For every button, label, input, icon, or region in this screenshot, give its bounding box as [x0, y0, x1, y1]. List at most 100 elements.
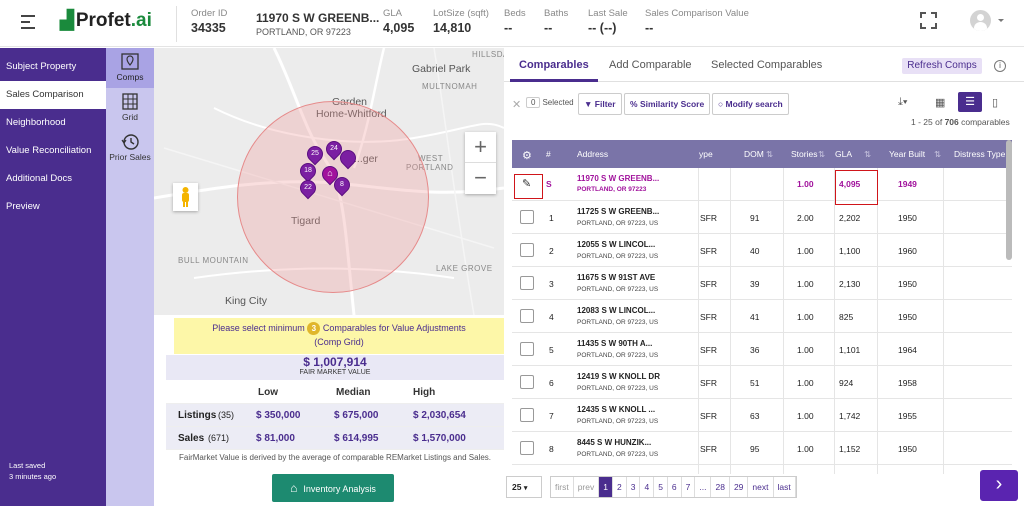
- subject-address: 11970 S W GREENB... PORTLAND, OR 97223: [256, 11, 380, 37]
- stats-row-sales: Sales (671) $ 81,000 $ 614,995 $ 1,570,0…: [166, 427, 504, 450]
- info-icon[interactable]: i: [994, 60, 1006, 72]
- page-prev-link[interactable]: prev: [574, 477, 600, 497]
- map-label: MULTNOMAH: [422, 82, 478, 91]
- page-link[interactable]: 5: [654, 477, 668, 497]
- market-stats-table: Low Median High Listings (35) $ 350,000 …: [166, 381, 504, 450]
- page-link[interactable]: 2: [613, 477, 627, 497]
- tab-add-comparable[interactable]: Add Comparable: [609, 59, 692, 71]
- inventory-analysis-button[interactable]: ⌂ Inventory Analysis: [272, 474, 394, 502]
- zoom-in-button[interactable]: +: [465, 132, 496, 163]
- next-step-button[interactable]: ›: [980, 470, 1018, 501]
- clear-selection-icon[interactable]: ✕: [512, 98, 521, 120]
- selected-count: 0 Selected: [526, 97, 574, 119]
- modify-search-button[interactable]: ○ Modify search: [712, 93, 789, 115]
- last-saved: Last saved 3 minutes ago: [9, 461, 57, 481]
- filter-button[interactable]: ▼ Filter: [578, 93, 622, 115]
- page-link[interactable]: 6: [668, 477, 682, 497]
- sidebar-item-additional-docs[interactable]: Additional Docs: [0, 165, 106, 193]
- map-label: Gabriel Park: [412, 63, 471, 75]
- beds-field: Beds --: [504, 8, 526, 35]
- history-icon: [121, 134, 139, 150]
- page-link[interactable]: 3: [627, 477, 641, 497]
- fair-market-value: $ 1,007,914 FAIR MARKET VALUE: [166, 355, 504, 380]
- row-checkbox[interactable]: [520, 408, 534, 422]
- table-row: 4 12083 S W LINCOL... PORTLAND, OR 97223, …: [512, 300, 1012, 333]
- chart-icon: ▟: [60, 10, 74, 30]
- map-view-icon[interactable]: ▯: [992, 96, 998, 118]
- table-row: 3 11675 S W 91ST AVE PORTLAND, OR 97223, U…: [512, 267, 1012, 300]
- sidebar-item-sales-comparison[interactable]: Sales Comparison: [0, 81, 106, 109]
- table-header: ⚙ # Address ype DOM ⇅ Stories ⇅ GLA ⇅ Ye…: [512, 140, 1012, 168]
- highlight-box: [835, 170, 878, 205]
- house-icon: ⌂: [290, 481, 298, 495]
- stats-row-listings: Listings (35) $ 350,000 $ 675,000 $ 2,03…: [166, 404, 504, 427]
- grid-icon: [122, 93, 138, 110]
- baths-field: Baths --: [544, 8, 569, 35]
- map-label: BULL MOUNTAIN: [178, 256, 249, 265]
- fmv-note: FairMarket Value is derived by the avera…: [178, 453, 491, 462]
- chevron-down-icon[interactable]: [998, 19, 1004, 25]
- grid-view-button[interactable]: Grid: [106, 88, 154, 128]
- download-icon[interactable]: ⤓▾: [898, 96, 907, 118]
- similarity-score-button[interactable]: % Similarity Score: [624, 93, 711, 115]
- page-link[interactable]: 1: [599, 477, 613, 497]
- results-count: 1 - 25 of 706 comparables: [911, 117, 1010, 127]
- percent-icon: %: [630, 99, 638, 109]
- page-link[interactable]: 29: [730, 477, 749, 497]
- highlight-box: [514, 174, 543, 199]
- row-checkbox[interactable]: [520, 309, 534, 323]
- settings-gear-icon[interactable]: ⚙: [522, 149, 532, 162]
- filter-icon: ▼: [584, 99, 593, 109]
- fullscreen-icon[interactable]: [920, 12, 937, 29]
- comps-view-button[interactable]: Comps: [106, 48, 154, 88]
- user-avatar[interactable]: [970, 10, 991, 31]
- table-scrollbar[interactable]: [1006, 140, 1012, 260]
- search-radius-circle: [237, 101, 429, 293]
- menu-icon[interactable]: [21, 15, 35, 33]
- page-link[interactable]: 4: [640, 477, 655, 497]
- search-icon: ○: [718, 99, 724, 109]
- sidebar-item-preview[interactable]: Preview: [0, 193, 106, 221]
- prior-sales-button[interactable]: Prior Sales: [106, 128, 154, 168]
- lotsize-field: LotSize (sqft) 14,810: [433, 8, 489, 35]
- sidebar-item-subject-property[interactable]: Subject Property: [0, 53, 106, 81]
- pagination: 25 ▾ first prev 1 2 3 4 5 6 7... 28 29 next last ›: [504, 470, 1024, 506]
- order-id-field: Order ID 34335: [191, 8, 228, 35]
- list-view-icon[interactable]: ☰: [958, 92, 982, 112]
- sidebar-item-neighborhood[interactable]: Neighborhood: [0, 109, 106, 137]
- tab-bar: Comparables Add Comparable Selected Comp…: [504, 48, 1024, 82]
- zoom-controls: + −: [465, 132, 496, 194]
- page-link[interactable]: ...: [695, 477, 712, 497]
- row-checkbox[interactable]: [520, 375, 534, 389]
- tile-view-icon[interactable]: ▦: [935, 96, 945, 118]
- top-header: ▟ Profet.ai Order ID 34335 11970 S W GREE…: [0, 0, 1024, 47]
- row-checkbox[interactable]: [520, 243, 534, 257]
- table-row: 2 12055 S W LINCOL... PORTLAND, OR 97223, …: [512, 234, 1012, 267]
- row-checkbox[interactable]: [520, 210, 534, 224]
- street-view-pegman-icon[interactable]: [173, 183, 198, 211]
- sidebar-item-value-reconciliation[interactable]: Value Reconciliation: [0, 137, 106, 165]
- last-sale-field: Last Sale -- (--): [588, 8, 628, 35]
- comparables-panel: Comparables Add Comparable Selected Comp…: [504, 48, 1024, 506]
- page-size-select[interactable]: 25 ▾: [506, 476, 542, 498]
- subject-row: ✎ S 11970 S W GREENB... PORTLAND, OR 972…: [512, 168, 1012, 201]
- row-checkbox[interactable]: [520, 441, 534, 455]
- sales-comparison-value-field: Sales Comparison Value --: [645, 8, 749, 35]
- page-next-link[interactable]: next: [748, 477, 774, 497]
- view-switcher: Comps Grid Prior Sales: [106, 48, 154, 506]
- zoom-out-button[interactable]: −: [465, 163, 496, 194]
- refresh-comps-button[interactable]: Refresh Comps: [902, 58, 982, 74]
- stats-header: Low Median High: [166, 381, 504, 404]
- page-link[interactable]: 28: [711, 477, 730, 497]
- sidebar: Subject Property Sales Comparison Neighb…: [0, 48, 106, 506]
- map-label: King City: [225, 295, 268, 307]
- tab-selected-comparables[interactable]: Selected Comparables: [711, 59, 822, 71]
- table-row: 5 11435 S W 90TH A... PORTLAND, OR 97223, …: [512, 333, 1012, 366]
- logo[interactable]: ▟ Profet.ai: [60, 10, 152, 32]
- page-last-link[interactable]: last: [774, 477, 796, 497]
- page-first-link[interactable]: first: [551, 477, 574, 497]
- tab-comparables[interactable]: Comparables: [519, 59, 589, 71]
- page-link[interactable]: 7: [682, 477, 696, 497]
- row-checkbox[interactable]: [520, 276, 534, 290]
- row-checkbox[interactable]: [520, 342, 534, 356]
